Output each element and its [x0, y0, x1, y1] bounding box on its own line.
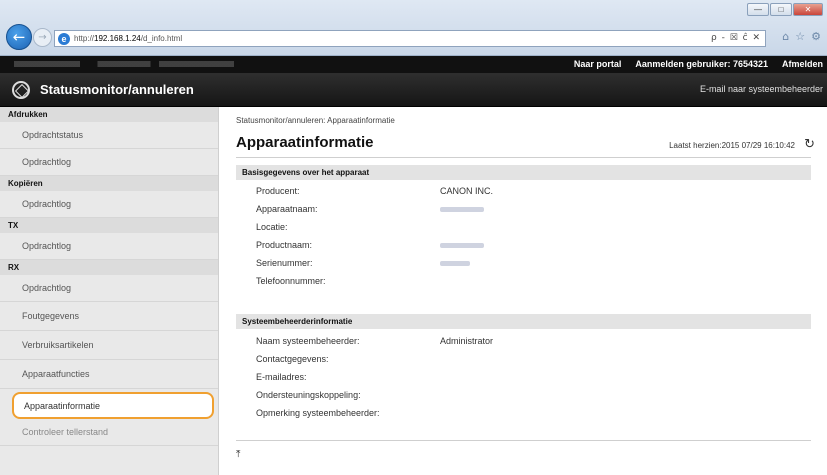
- address-url: http://192.168.1.24/d_info.html: [74, 34, 183, 43]
- info-label: Productnaam:: [256, 240, 313, 250]
- info-label: Ondersteuningskoppeling:: [256, 390, 361, 400]
- maximize-button[interactable]: □: [770, 3, 792, 16]
- info-label: E-mailadres:: [256, 372, 307, 382]
- top-bar: Naar portal Aanmelden gebruiker: 7654321…: [0, 56, 827, 73]
- device-name-blurred: [14, 61, 234, 67]
- sidebar-item-consumables[interactable]: Verbruiksartikelen: [0, 331, 218, 360]
- sidebar-heading-tx: TX: [0, 218, 218, 233]
- browser-toolbar-icons: ⌂ ☆ ⚙: [782, 30, 821, 43]
- sidebar-heading-rx: RX: [0, 260, 218, 275]
- minimize-button[interactable]: —: [747, 3, 769, 16]
- divider: [236, 157, 811, 158]
- info-label: Apparaatnaam:: [256, 204, 318, 214]
- info-value-redacted: [440, 261, 470, 266]
- page-title: Apparaatinformatie: [236, 134, 374, 151]
- info-label: Contactgegevens:: [256, 354, 329, 364]
- sidebar-item-copy-job-log[interactable]: Opdrachtlog: [0, 191, 218, 218]
- forward-button[interactable]: →: [33, 28, 52, 47]
- info-label: Opmerking systeembeheerder:: [256, 408, 380, 418]
- page-header-title: Statusmonitor/annuleren: [40, 82, 194, 97]
- divider: [236, 440, 811, 441]
- refresh-icon[interactable]: ↻: [804, 137, 815, 152]
- section-heading-basic-info: Basisgegevens over het apparaat: [236, 165, 811, 180]
- sidebar-item-tx-job-log[interactable]: Opdrachtlog: [0, 233, 218, 260]
- title-bar: Statusmonitor/annuleren E-mail naar syst…: [0, 73, 827, 107]
- email-admin-link[interactable]: E-mail naar systeembeheerder: [700, 84, 823, 94]
- sidebar-item-print-job-log[interactable]: Opdrachtlog: [0, 149, 218, 176]
- breadcrumb: Statusmonitor/annuleren: Apparaatinforma…: [236, 116, 395, 125]
- sidebar-heading-copy: Kopiëren: [0, 176, 218, 191]
- remote-ui-logo-icon: [12, 81, 30, 99]
- login-user-label: Aanmelden gebruiker: 7654321: [635, 59, 768, 69]
- info-label: Serienummer:: [256, 258, 313, 268]
- sidebar-item-device-features[interactable]: Apparaatfuncties: [0, 360, 218, 389]
- sidebar-item-rx-job-log[interactable]: Opdrachtlog: [0, 275, 218, 302]
- address-bar-tools[interactable]: ρ - ☒ ĉ ✕: [711, 33, 761, 43]
- section-heading-admin-info: Systeembeheerderinformatie: [236, 314, 811, 329]
- top-links: Naar portal Aanmelden gebruiker: 7654321…: [574, 59, 823, 69]
- info-label: Telefoonnummer:: [256, 276, 326, 286]
- settings-icon[interactable]: ⚙: [811, 30, 821, 43]
- info-label: Naam systeembeheerder:: [256, 336, 360, 346]
- main-content: Statusmonitor/annuleren: Apparaatinforma…: [220, 107, 827, 475]
- home-icon[interactable]: ⌂: [782, 30, 789, 43]
- back-button[interactable]: ←: [6, 24, 32, 50]
- close-window-button[interactable]: ✕: [793, 3, 823, 16]
- browser-chrome: — □ ✕ ← → e http://192.168.1.24/d_info.h…: [0, 0, 827, 56]
- sidebar: Afdrukken Opdrachtstatus Opdrachtlog Kop…: [0, 107, 219, 475]
- address-bar[interactable]: e http://192.168.1.24/d_info.html ρ - ☒ …: [54, 30, 766, 47]
- favorites-icon[interactable]: ☆: [795, 30, 805, 43]
- ie-page-icon: e: [58, 33, 70, 45]
- info-value: Administrator: [440, 336, 494, 346]
- info-value: CANON INC.: [440, 186, 494, 196]
- logout-link[interactable]: Afmelden: [782, 59, 823, 69]
- sidebar-item-error-info[interactable]: Foutgegevens: [0, 302, 218, 331]
- info-label: Locatie:: [256, 222, 288, 232]
- portal-link[interactable]: Naar portal: [574, 59, 622, 69]
- sidebar-heading-print: Afdrukken: [0, 107, 218, 122]
- info-label: Producent:: [256, 186, 300, 196]
- window-controls: — □ ✕: [747, 3, 823, 16]
- info-value-redacted: [440, 207, 484, 212]
- sidebar-item-device-information[interactable]: Apparaatinformatie: [12, 392, 214, 419]
- back-to-top-icon[interactable]: ⤒: [236, 449, 240, 460]
- info-value-redacted: [440, 243, 484, 248]
- sidebar-item-print-job-status[interactable]: Opdrachtstatus: [0, 122, 218, 149]
- sidebar-item-check-counter[interactable]: Controleer tellerstand: [0, 419, 218, 446]
- last-updated-text: Laatst herzien:2015 07/29 16:10:42: [669, 141, 795, 150]
